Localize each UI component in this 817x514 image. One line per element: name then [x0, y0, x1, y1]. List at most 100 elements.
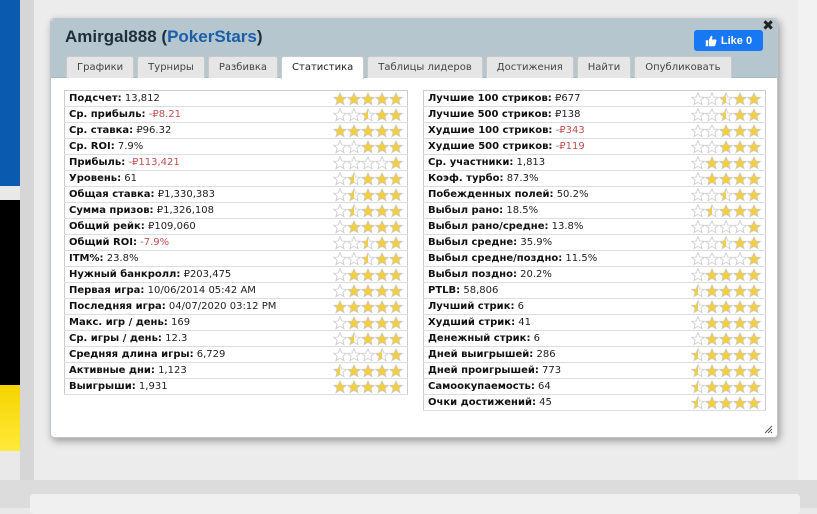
resize-handle-icon[interactable]: [763, 424, 773, 434]
stat-row: Нужный банкролл: ₽203,475: [64, 266, 408, 283]
star-rating: [316, 378, 408, 395]
star-icon: [389, 251, 403, 266]
star-icon: [347, 107, 361, 122]
star-rating: [660, 202, 766, 219]
player-name: Amirgal888: [65, 27, 157, 46]
star-icon: [747, 107, 761, 122]
star-icon: [361, 219, 375, 234]
star-rating: [316, 346, 408, 363]
stat-row: Сумма призов: ₽1,326,108: [64, 202, 408, 219]
tab-6[interactable]: Найти: [576, 56, 632, 78]
star-icon: [361, 187, 375, 202]
star-icon: [733, 91, 747, 106]
like-label: Like 0: [720, 34, 753, 47]
stat-row: Активные дни: 1,123: [64, 362, 408, 379]
star-rating: [660, 378, 766, 395]
star-rating: [316, 362, 408, 379]
star-rating: [660, 298, 766, 315]
star-icon: [691, 219, 705, 234]
tab-4[interactable]: Таблицы лидеров: [367, 56, 483, 78]
star-icon: [361, 363, 375, 378]
star-icon: [733, 251, 747, 266]
stat-cell: Худшие 500 стриков: -₽119: [423, 138, 661, 155]
star-rating: [316, 90, 408, 107]
stat-value: 41: [518, 317, 532, 328]
star-icon: [705, 203, 719, 218]
stat-row: Первая игра: 10/06/2014 05:42 AM: [64, 282, 408, 299]
star-icon: [733, 235, 747, 250]
tab-3[interactable]: Статистика: [281, 56, 365, 79]
star-icon: [389, 91, 403, 106]
star-icon: [705, 155, 719, 170]
star-icon: [389, 363, 403, 378]
stat-row: Выбыл средне: 35.9%: [423, 234, 766, 251]
star-icon: [347, 267, 361, 282]
star-icon: [361, 107, 375, 122]
stat-label: Ср. ставка:: [69, 125, 134, 136]
tab-5[interactable]: Достижения: [485, 56, 574, 78]
star-icon: [347, 171, 361, 186]
star-rating: [316, 298, 408, 315]
background-left-edge: [0, 0, 20, 508]
star-icon: [719, 299, 733, 314]
tab-7[interactable]: Опубликовать: [634, 56, 732, 78]
stat-row: Дней проигрышей: 773: [423, 362, 766, 379]
facebook-like-button[interactable]: Like 0: [694, 30, 763, 51]
star-icon: [705, 139, 719, 154]
star-rating: [316, 250, 408, 267]
star-icon: [333, 251, 347, 266]
star-icon: [747, 315, 761, 330]
stat-row: Выбыл рано: 18.5%: [423, 202, 766, 219]
thumbs-up-icon: [705, 35, 717, 46]
star-icon: [719, 203, 733, 218]
stat-label: Последняя игра:: [69, 301, 166, 312]
star-icon: [705, 283, 719, 298]
stat-label: Выбыл рано/средне:: [428, 221, 549, 232]
stat-cell: Лучшие 500 стриков: ₽138: [423, 106, 661, 123]
stat-value: ₽677: [555, 93, 581, 104]
star-icon: [333, 107, 347, 122]
stat-label: Дней проигрышей:: [428, 365, 539, 376]
star-icon: [375, 331, 389, 346]
tab-0[interactable]: Графики: [66, 56, 135, 78]
star-rating: [660, 106, 766, 123]
stat-value: -7.9%: [140, 237, 170, 248]
star-icon: [347, 139, 361, 154]
stat-cell: Общий рейк: ₽109,060: [64, 218, 317, 235]
stat-label: Побежденных полей:: [428, 189, 554, 200]
stat-cell: Выбыл поздно: 20.2%: [423, 266, 661, 283]
stat-value: -₽119: [555, 141, 585, 152]
star-icon: [719, 155, 733, 170]
star-icon: [347, 219, 361, 234]
star-icon: [389, 139, 403, 154]
star-icon: [705, 219, 719, 234]
star-icon: [347, 155, 361, 170]
star-icon: [691, 283, 705, 298]
star-icon: [389, 331, 403, 346]
star-icon: [733, 171, 747, 186]
paren-close: ): [256, 27, 263, 46]
star-icon: [333, 155, 347, 170]
stat-cell: Общая ставка: ₽1,330,383: [64, 186, 317, 203]
star-icon: [333, 363, 347, 378]
star-icon: [375, 187, 389, 202]
star-icon: [705, 331, 719, 346]
tab-2[interactable]: Разбивка: [207, 56, 279, 78]
star-icon: [719, 315, 733, 330]
star-icon: [719, 347, 733, 362]
stat-row: Очки достижений: 45: [423, 394, 766, 411]
star-icon: [375, 91, 389, 106]
star-rating: [660, 138, 766, 155]
close-button[interactable]: ✖: [762, 18, 774, 34]
star-icon: [347, 379, 361, 394]
star-icon: [719, 267, 733, 282]
tab-1[interactable]: Турниры: [137, 56, 205, 78]
star-icon: [747, 203, 761, 218]
star-rating: [316, 266, 408, 283]
star-icon: [347, 123, 361, 138]
star-icon: [361, 379, 375, 394]
stat-row: Ср. участники: 1,813: [423, 154, 766, 171]
star-rating: [660, 314, 766, 331]
site-link[interactable]: PokerStars: [167, 27, 257, 46]
stat-label: Ср. прибыль:: [69, 109, 146, 120]
